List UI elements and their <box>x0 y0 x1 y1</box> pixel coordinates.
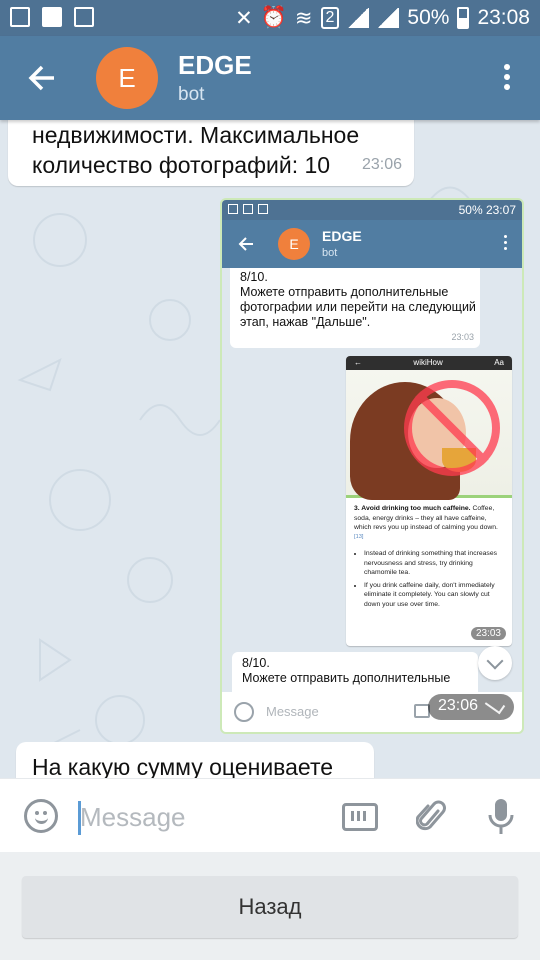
wikihow-ref: [13] <box>354 533 364 540</box>
mini-chat-subtitle: bot <box>322 247 338 259</box>
incoming-message: На какую сумму оцениваете <box>16 742 374 778</box>
wifi-icon: ≋ <box>294 6 313 30</box>
battery-icon <box>457 7 470 29</box>
avatar[interactable]: E <box>96 47 158 109</box>
mini-message-text: 8/10. Можете отправить дополнительные фо… <box>240 270 476 329</box>
gallery-notification-icon <box>10 7 30 27</box>
wikihow-site: wikiHow <box>413 358 443 367</box>
message-input[interactable] <box>80 797 320 837</box>
sim-badge: 2 <box>320 7 340 29</box>
mini-input-placeholder: Message <box>266 704 319 719</box>
wikihow-bullet: If you drink caffeine daily, don't immed… <box>364 581 504 610</box>
wikihow-step-title: 3. Avoid drinking too much caffeine. <box>354 505 471 512</box>
wikihow-image: ← wikiHow Aa 3. Avoid drinking too much … <box>346 356 512 646</box>
status-bar: ✕ ⏰ ≋ 2 50% 23:08 <box>0 0 540 36</box>
mini-message-text-2: 8/10. Можете отправить дополнительные <box>242 656 451 685</box>
photo-time-badge: 23:06 <box>428 694 514 720</box>
more-menu-icon[interactable] <box>504 64 512 92</box>
battery-percent: 50% <box>407 6 450 29</box>
clock: 23:08 <box>477 6 530 29</box>
mini-back-arrow-icon <box>238 237 253 251</box>
bot-keyboard: Назад <box>0 852 540 960</box>
wikihow-text: 3. Avoid drinking too much caffeine. Cof… <box>346 498 512 618</box>
back-button[interactable]: Назад <box>22 876 518 938</box>
mini-more-menu-icon <box>504 235 508 253</box>
chat-header: E EDGE bot <box>0 36 540 120</box>
wikihow-bar: ← wikiHow Aa <box>346 356 512 370</box>
photo-time: 23:06 <box>438 697 479 714</box>
wikihow-font-icon: Aa <box>494 358 504 367</box>
no-sign-icon <box>404 380 500 476</box>
message-text: На какую сумму оцениваете <box>32 754 334 778</box>
mini-scroll-down-icon <box>478 646 512 680</box>
keyboard-icon[interactable] <box>342 803 378 831</box>
mini-incoming-message: 8/10. Можете отправить дополнительные фо… <box>230 268 480 348</box>
back-arrow-icon[interactable] <box>24 60 60 96</box>
chat-area[interactable]: недвижимости. Максимальное количество фо… <box>0 120 540 778</box>
message-text: недвижимости. Максимальное количество фо… <box>32 122 360 178</box>
signal-icon <box>347 8 370 28</box>
message-time: 23:06 <box>361 156 402 173</box>
chat-subtitle: bot <box>178 84 205 105</box>
list-notification-icon <box>74 7 94 27</box>
alarm-icon: ⏰ <box>260 6 287 29</box>
incoming-message: недвижимости. Максимальное количество фо… <box>8 120 414 186</box>
double-check-icon <box>484 695 506 715</box>
image-time: 23:03 <box>470 627 506 640</box>
illustration <box>346 370 512 500</box>
emoji-icon[interactable] <box>24 799 58 833</box>
mini-emoji-icon <box>234 702 254 722</box>
mini-chat-title: EDGE <box>322 228 362 244</box>
mini-message-time: 23:03 <box>451 332 474 342</box>
checkbox-notification-icon <box>42 7 62 27</box>
screenshot-image[interactable]: 50% 23:07 E EDGE bot 8/10. Можете отправ… <box>220 198 524 734</box>
attach-icon[interactable] <box>416 797 446 835</box>
mute-icon: ✕ <box>235 6 253 30</box>
mini-incoming-message-2: 8/10. Можете отправить дополнительные <box>232 652 478 692</box>
mini-chat-header: E EDGE bot <box>222 220 522 268</box>
wikihow-back-icon: ← <box>354 358 362 367</box>
mini-status-time: 50% 23:07 <box>458 203 516 217</box>
chat-title[interactable]: EDGE <box>178 50 252 81</box>
signal-icon-2 <box>377 8 400 28</box>
mini-avatar: E <box>278 228 310 260</box>
wikihow-bullet: Instead of drinking something that incre… <box>364 549 504 578</box>
microphone-icon[interactable] <box>486 797 516 837</box>
mini-status-bar: 50% 23:07 <box>222 200 522 220</box>
message-input-bar <box>0 778 540 852</box>
